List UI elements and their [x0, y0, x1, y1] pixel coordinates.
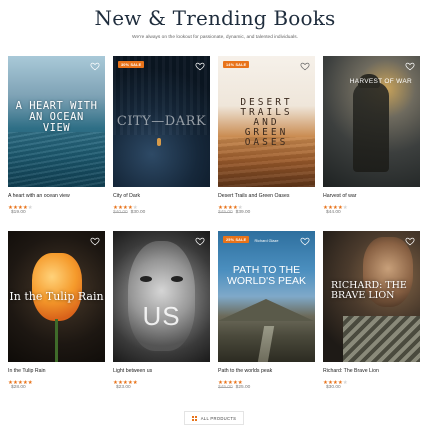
book-title[interactable]: In the Tulip Rain	[8, 368, 105, 374]
section-subtitle: We're always on the lookout for passiona…	[132, 35, 298, 40]
all-products-button[interactable]: ALL PRODUCTS	[184, 411, 244, 425]
book-card[interactable]: DESERT TRAILS AND GREEN OASES 14% SALE D…	[218, 56, 315, 215]
star-filled-icon: ★	[27, 380, 33, 386]
star-rating: ★★★★★	[8, 377, 105, 386]
heart-icon[interactable]	[300, 61, 310, 71]
star-rating: ★★★★★	[323, 377, 420, 386]
book-card[interactable]: A HEART WITH AN OCEAN VIEW A heart with …	[8, 56, 105, 215]
cover-title: HARVEST OF WAR	[349, 78, 412, 85]
sale-badge: 14% SALE	[223, 61, 250, 68]
price-row: $28.00	[8, 385, 105, 390]
star-rating: ★★★★★	[8, 202, 105, 211]
heart-icon[interactable]	[90, 61, 100, 71]
book-cover[interactable]: In the Tulip Rain	[8, 231, 105, 362]
book-cover[interactable]: US	[113, 231, 210, 362]
star-rating: ★★★★★	[218, 202, 315, 211]
cover-title: In the Tulip Rain	[9, 290, 104, 303]
price: $30.00	[326, 385, 341, 390]
price: $30.00	[130, 210, 146, 215]
book-card[interactable]: In the Tulip Rain In the Tulip Rain ★★★★…	[8, 231, 105, 390]
book-cover[interactable]: RICHARD: THE BRAVE LION	[323, 231, 420, 362]
book-card[interactable]: RICHARD: THE BRAVE LION Richard: The Bra…	[323, 231, 420, 390]
old-price: $45.00	[218, 210, 233, 215]
price: $39.00	[235, 210, 251, 215]
book-title[interactable]: Desert Trails and Green Oases	[218, 193, 315, 199]
book-cover[interactable]: CITY—DARK 30% SALE	[113, 56, 210, 187]
grid-icon	[191, 415, 197, 421]
book-card[interactable]: US Light between us ★★★★★ $23.00	[113, 231, 210, 390]
cover-title: US	[142, 301, 181, 331]
all-products-label: ALL PRODUCTS	[200, 415, 237, 421]
book-cover[interactable]: HARVEST OF WAR	[323, 56, 420, 187]
cover-title: DESERT TRAILS AND GREEN OASES	[240, 97, 293, 148]
book-card[interactable]: CITY—DARK 30% SALE City of Dark ★★★★★ $4…	[113, 56, 210, 215]
sale-badge: 30% SALE	[118, 61, 145, 68]
book-cover[interactable]: Richard Glaze PATH TO THE WORLD'S PEAK 2…	[218, 231, 315, 362]
star-rating: ★★★★★	[323, 202, 420, 211]
cover-title: CITY—DARK	[116, 114, 207, 129]
old-price: $40.00	[113, 210, 128, 215]
book-title[interactable]: Richard: The Brave Lion	[323, 368, 420, 374]
book-title[interactable]: Path to the worlds peak	[218, 368, 315, 374]
old-price: $45.00	[218, 385, 233, 390]
price-row: $45.00 $39.00	[218, 210, 315, 215]
heart-icon[interactable]	[195, 61, 205, 71]
price-row: $45.00 $25.00	[218, 385, 315, 390]
book-cover[interactable]: DESERT TRAILS AND GREEN OASES 14% SALE	[218, 56, 315, 187]
price-row: $44.00	[323, 210, 420, 215]
book-title[interactable]: City of Dark	[113, 193, 210, 199]
star-empty-icon: ★	[342, 380, 348, 386]
heart-icon[interactable]	[405, 236, 415, 246]
cover-title: A HEART WITH AN OCEAN VIEW	[15, 100, 98, 135]
price-row: $19.00	[8, 210, 105, 215]
price: $23.00	[116, 385, 131, 390]
price: $25.00	[235, 385, 251, 390]
star-filled-icon: ★	[132, 380, 138, 386]
cover-title: PATH TO THE WORLD'S PEAK	[226, 264, 307, 288]
book-cover[interactable]: A HEART WITH AN OCEAN VIEW	[8, 56, 105, 187]
star-rating: ★★★★★	[113, 202, 210, 211]
cover-title: RICHARD: THE BRAVE LION	[331, 280, 407, 301]
section-title: New & Trending Books	[94, 6, 336, 30]
star-rating: ★★★★★	[113, 377, 210, 386]
price: $19.00	[11, 210, 26, 215]
star-empty-icon: ★	[27, 205, 33, 211]
price-row: $30.00	[323, 385, 420, 390]
book-card[interactable]: HARVEST OF WAR Harvest of war ★★★★★ $44.…	[323, 56, 420, 215]
star-rating: ★★★★★	[218, 377, 315, 386]
price-row: $23.00	[113, 385, 210, 390]
book-title[interactable]: A heart with an ocean view	[8, 193, 105, 199]
heart-icon[interactable]	[195, 236, 205, 246]
star-empty-icon: ★	[342, 205, 348, 211]
book-title[interactable]: Harvest of war	[323, 193, 420, 199]
heart-icon[interactable]	[90, 236, 100, 246]
sale-badge: 25% SALE	[223, 236, 250, 243]
price: $28.00	[11, 385, 26, 390]
heart-icon[interactable]	[300, 236, 310, 246]
heart-icon[interactable]	[405, 61, 415, 71]
price: $44.00	[326, 210, 341, 215]
price-row: $40.00 $30.00	[113, 210, 210, 215]
book-title[interactable]: Light between us	[113, 368, 210, 374]
book-card[interactable]: Richard Glaze PATH TO THE WORLD'S PEAK 2…	[218, 231, 315, 390]
